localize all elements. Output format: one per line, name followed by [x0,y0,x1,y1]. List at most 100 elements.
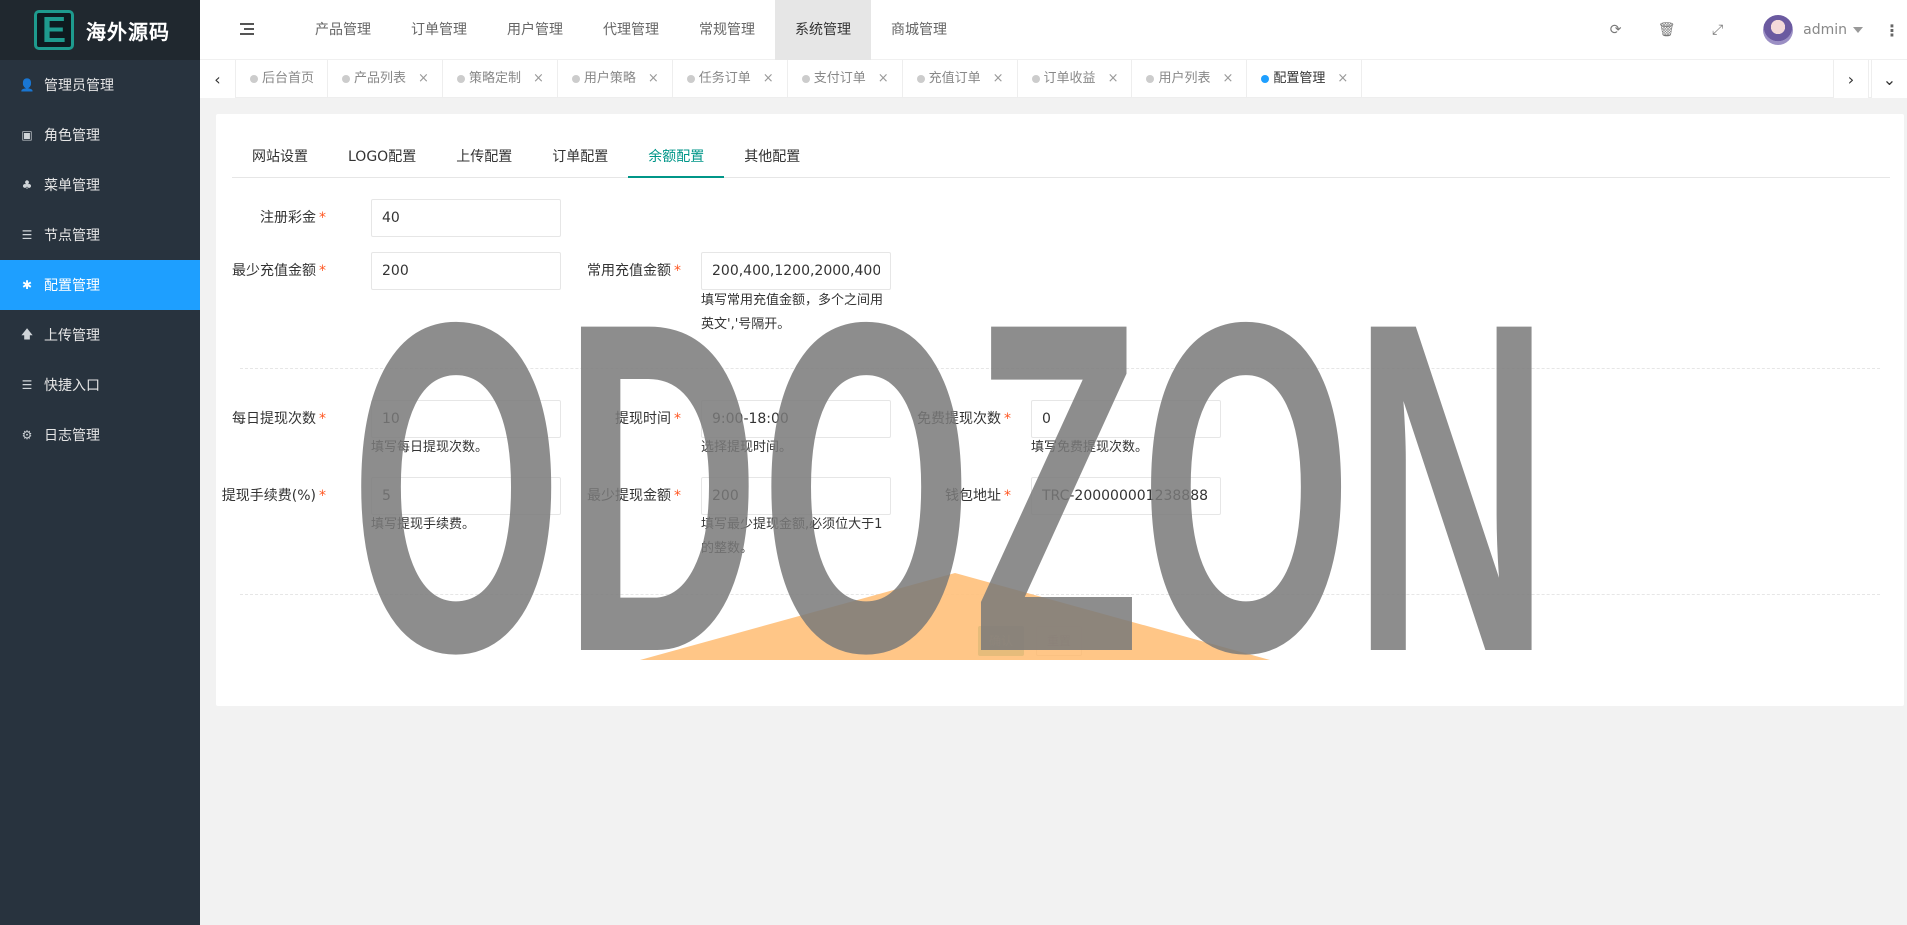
top-nav-item-6[interactable]: 商城管理 [871,0,967,60]
tab-dot-icon [250,75,258,83]
divider [240,594,1880,595]
form-tab-2[interactable]: 上传配置 [436,136,532,178]
wallet-address-input[interactable] [1031,477,1221,515]
top-header: 产品管理 订单管理 用户管理 代理管理 常规管理 系统管理 商城管理 ⟳ 🗑 ⤢ admin… [200,0,1907,60]
top-nav-item-2[interactable]: 用户管理 [487,0,583,60]
register-bonus-input[interactable] [371,199,561,237]
tab-label: 策略定制 [468,71,521,86]
fullscreen-icon[interactable]: ⤢ [1692,0,1743,60]
sidebar-item-label: 菜单管理 [44,178,100,194]
close-icon[interactable]: × [993,60,1004,98]
chevron-down-icon[interactable] [1853,27,1863,33]
close-icon[interactable]: × [418,60,429,98]
close-icon[interactable]: × [878,60,889,98]
tab-dot-icon [1261,75,1270,83]
sidebar-item-7[interactable]: ⚙ 日志管理 [0,410,200,460]
confirm-button[interactable]: 确认 [978,626,1025,656]
close-icon[interactable]: × [763,60,774,98]
page-tabs: 后台首页 产品列表 × 策略定制 × 用户策略 × 任务订单 × 支付订单 × 充值订单 × 订单收益 × 用… [236,60,1363,98]
avatar[interactable] [1763,15,1794,45]
top-nav-item-3[interactable]: 代理管理 [583,0,679,60]
tab-dot-icon [916,75,925,83]
tab-label: 配置管理 [1273,71,1326,86]
refresh-icon[interactable]: ⟳ [1590,0,1641,60]
trash-icon[interactable]: 🗑 [1641,0,1692,60]
page-tabs-bar: ‹ 后台首页 产品列表 × 策略定制 × 用户策略 × 任务订单 × 支付订单 × 充值订单 × 订单收益… [200,60,1907,98]
free-withdraw-input[interactable] [1031,400,1221,438]
sidebar-item-6[interactable]: ☰ 快捷入口 [0,360,200,410]
more-icon[interactable]: ⋮ [1877,21,1907,40]
close-icon[interactable]: × [533,60,544,98]
tab-dot-icon [571,75,580,83]
tab-label: 产品列表 [354,71,407,86]
withdraw-fee-hint: 填写提现手续费。 [371,517,476,532]
top-nav-item-4[interactable]: 常规管理 [679,0,775,60]
chevron-right-icon[interactable]: › [1833,60,1869,98]
common-recharge-input[interactable] [701,252,891,290]
tab-9[interactable]: 配置管理 × [1247,60,1363,98]
tab-6[interactable]: 充值订单 × [903,60,1018,98]
chevron-left-icon[interactable]: ‹ [200,60,236,98]
form-tab-3[interactable]: 订单配置 [532,136,628,178]
list-icon: ☰ [21,228,33,242]
top-nav: 产品管理 订单管理 用户管理 代理管理 常规管理 系统管理 商城管理 [295,0,967,60]
sidebar-item-label: 节点管理 [44,228,100,244]
config-card: 网站设置LOGO配置上传配置订单配置余额配置其他配置 注册彩金* 最少充值金额*… [216,114,1904,706]
sidebar-item-3[interactable]: ☰ 节点管理 [0,210,200,260]
free-withdraw-label: 免费提现次数 * [917,411,1011,427]
user-icon: 👤 [19,78,35,92]
sidebar-item-5[interactable]: 🡅 上传管理 [0,310,200,360]
sidebar-item-2[interactable]: ♣ 菜单管理 [0,160,200,210]
tab-dot-icon [1031,75,1040,83]
form-tabs: 网站设置 LOGO配置 上传配置 订单配置 余额配置 其他配置 [232,136,1890,178]
form-tab-0[interactable]: 网站设置 [232,136,328,178]
form-tab-1[interactable]: LOGO配置 [328,136,436,178]
tab-0[interactable]: 后台首页 [236,60,329,98]
form-tab-5[interactable]: 其他配置 [724,136,820,178]
user-name[interactable]: admin [1803,22,1847,38]
tab-4[interactable]: 任务订单 × [673,60,788,98]
tab-1[interactable]: 产品列表 × [328,60,443,98]
sidebar-item-1[interactable]: ▣ 角色管理 [0,110,200,160]
close-icon[interactable]: × [1222,60,1233,98]
tab-8[interactable]: 用户列表 × [1132,60,1248,98]
header-actions: ⟳ 🗑 ⤢ admin ⋮ [1590,0,1907,60]
sidebar-item-label: 快捷入口 [44,378,100,394]
tab-label: 后台首页 [262,71,315,86]
tab-2[interactable]: 策略定制 × [443,60,558,98]
daily-withdraw-label: 每日提现次数 * [232,411,326,427]
menu-toggle-icon[interactable] [240,20,258,40]
withdraw-fee-label: 提现手续费(%) * [221,488,326,504]
chevron-down-icon[interactable]: ⌄ [1871,60,1907,98]
close-icon[interactable]: × [648,60,659,98]
free-withdraw-hint: 填写免费提现次数。 [1031,440,1149,455]
sidebar-item-label: 角色管理 [44,128,100,144]
form-tab-4[interactable]: 余额配置 [628,136,725,178]
top-nav-item-1[interactable]: 订单管理 [391,0,487,60]
gear-icon: ✱ [21,278,33,292]
role-icon: ▣ [21,128,33,142]
register-bonus-label: 注册彩金 * [260,210,326,226]
sidebar-item-0[interactable]: 👤 管理员管理 [0,60,200,110]
tab-dot-icon [456,75,465,83]
arrow-up-icon: 🡅 [20,326,34,341]
tab-5[interactable]: 支付订单 × [788,60,903,98]
divider [240,368,1880,369]
tab-7[interactable]: 订单收益 × [1018,60,1133,98]
tab-dot-icon [686,75,695,83]
logo[interactable]: E 海外源码 [0,0,200,60]
reset-button[interactable]: 重置 [1036,626,1083,656]
tab-3[interactable]: 用户策略 × [558,60,673,98]
tab-dot-icon [1146,75,1155,83]
wallet-address-label: 钱包地址 * [945,488,1011,504]
close-icon[interactable]: × [1337,60,1348,98]
sidebar-item-4[interactable]: ✱ 配置管理 [0,260,200,310]
list-icon: ☰ [21,378,33,392]
close-icon[interactable]: × [1108,60,1119,98]
sidebar-item-label: 日志管理 [44,428,100,444]
top-nav-item-5[interactable]: 系统管理 [775,0,871,60]
tab-dot-icon [342,75,351,83]
top-nav-item-0[interactable]: 产品管理 [295,0,391,60]
tab-label: 订单收益 [1043,71,1096,86]
sidebar: E 海外源码 👤 管理员管理 ▣ 角色管理 ♣ 菜单管理 ☰ 节点管理 ✱ 配置管理 🡅 上传管理 ☰ 快… [0,0,200,925]
